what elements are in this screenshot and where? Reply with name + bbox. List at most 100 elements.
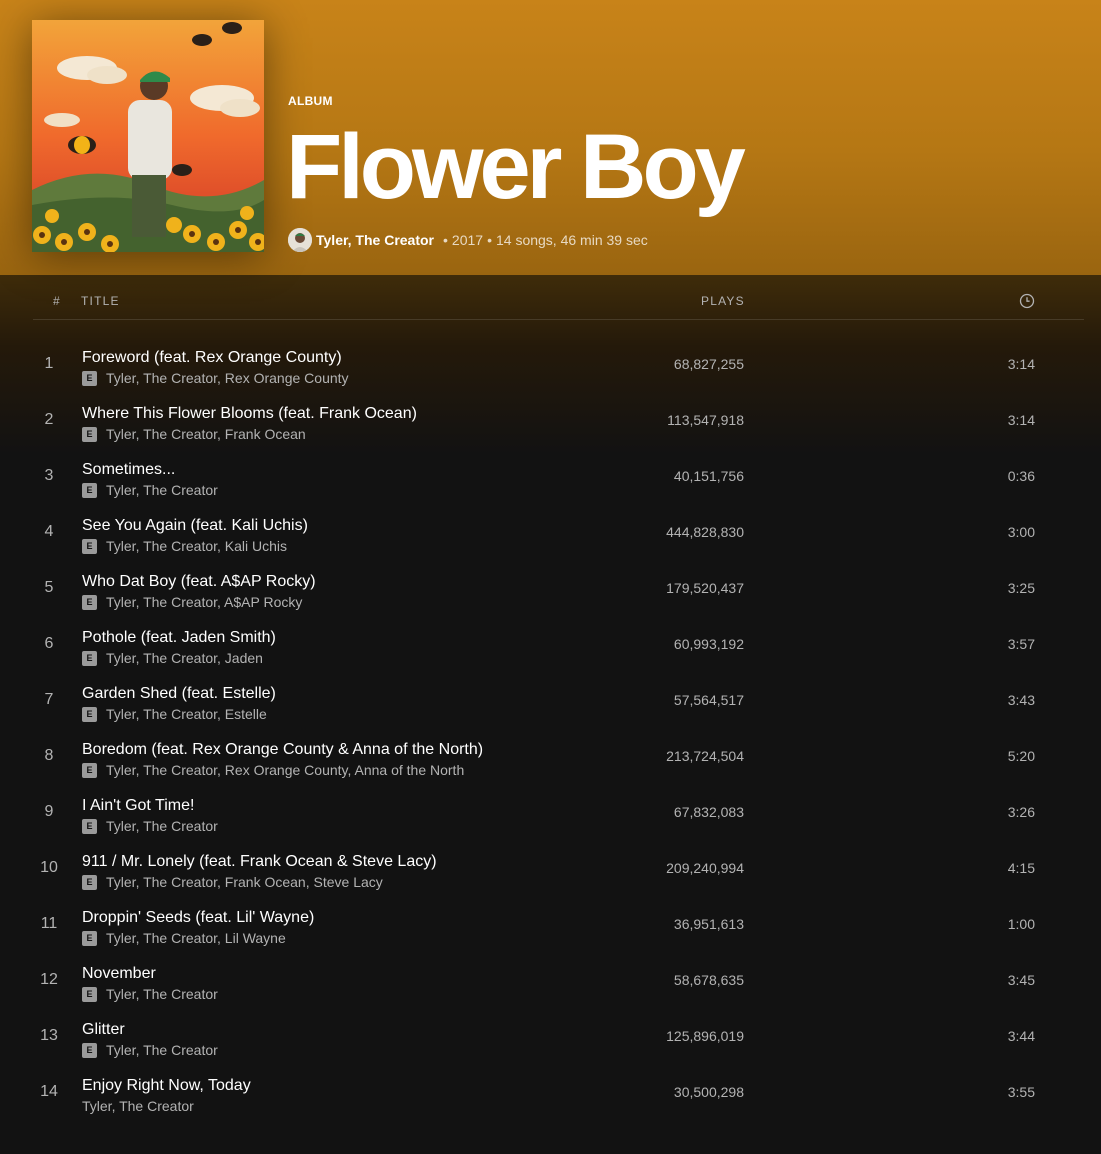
- track-artists-line: E Tyler, The Creator, A$AP Rocky: [82, 594, 302, 610]
- album-meta: Tyler, The Creator • 2017 • 14 songs, 46 mi…: [288, 228, 648, 252]
- track-row[interactable]: 12 November E Tyler, The Creator 58,678,635 3…: [0, 952, 1101, 1008]
- separator-dot: •: [487, 232, 492, 248]
- track-plays: 113,547,918: [667, 412, 744, 428]
- track-row[interactable]: 13 Glitter E Tyler, The Creator 125,896,019 3…: [0, 1008, 1101, 1064]
- track-title[interactable]: Pothole (feat. Jaden Smith): [82, 629, 276, 647]
- track-artists[interactable]: Tyler, The Creator, Rex Orange County, A…: [106, 762, 464, 778]
- track-row[interactable]: 14 Enjoy Right Now, Today Tyler, The Creat…: [0, 1064, 1101, 1120]
- track-plays: 125,896,019: [666, 1028, 744, 1044]
- track-number: 11: [40, 915, 58, 932]
- track-row[interactable]: 3 Sometimes... E Tyler, The Creator 40,151,7…: [0, 448, 1101, 504]
- album-cover[interactable]: [32, 20, 264, 252]
- track-duration: 3:00: [1007, 524, 1035, 540]
- track-duration: 3:14: [1007, 356, 1035, 372]
- explicit-badge: E: [82, 874, 97, 890]
- album-summary: 14 songs, 46 min 39 sec: [495, 232, 648, 248]
- artist-avatar[interactable]: [288, 228, 312, 252]
- track-artists[interactable]: Tyler, The Creator: [106, 818, 218, 834]
- track-artists[interactable]: Tyler, The Creator: [106, 986, 218, 1002]
- track-plays: 67,832,083: [673, 804, 744, 820]
- track-number: 5: [44, 579, 54, 596]
- track-title[interactable]: Glitter: [82, 1021, 125, 1039]
- explicit-badge: E: [82, 482, 97, 498]
- track-number: 4: [44, 523, 54, 540]
- track-duration: 5:20: [1007, 748, 1035, 764]
- track-row[interactable]: 9 I Ain't Got Time! E Tyler, The Creator 67,…: [0, 784, 1101, 840]
- track-title[interactable]: Garden Shed (feat. Estelle): [82, 685, 276, 703]
- column-header-number: #: [53, 294, 61, 308]
- track-title[interactable]: Boredom (feat. Rex Orange County & Anna …: [82, 741, 483, 759]
- track-title[interactable]: 911 / Mr. Lonely (feat. Frank Ocean & St…: [82, 853, 437, 871]
- track-row[interactable]: 6 Pothole (feat. Jaden Smith) E Tyler, The …: [0, 616, 1101, 672]
- track-duration: 3:26: [1007, 804, 1035, 820]
- track-artists[interactable]: Tyler, The Creator, Frank Ocean, Steve L…: [106, 874, 383, 890]
- track-title[interactable]: Droppin' Seeds (feat. Lil' Wayne): [82, 909, 314, 927]
- track-number: 7: [44, 691, 54, 708]
- explicit-badge: E: [82, 650, 97, 666]
- album-year: 2017: [451, 232, 484, 248]
- track-row[interactable]: 4 See You Again (feat. Kali Uchis) E Tyler,…: [0, 504, 1101, 560]
- track-title[interactable]: Where This Flower Blooms (feat. Frank Oc…: [82, 405, 417, 423]
- track-row[interactable]: 8 Boredom (feat. Rex Orange County & Anna…: [0, 728, 1101, 784]
- track-artists[interactable]: Tyler, The Creator: [82, 1098, 194, 1114]
- avatar-image: [288, 228, 312, 252]
- clock-icon[interactable]: [1019, 293, 1035, 309]
- track-row[interactable]: 10 911 / Mr. Lonely (feat. Frank Ocean & …: [0, 840, 1101, 896]
- track-plays: 57,564,517: [673, 692, 744, 708]
- track-title[interactable]: Sometimes...: [82, 461, 175, 479]
- track-row[interactable]: 7 Garden Shed (feat. Estelle) E Tyler, The …: [0, 672, 1101, 728]
- track-duration: 3:57: [1007, 636, 1035, 652]
- track-artists[interactable]: Tyler, The Creator: [106, 482, 218, 498]
- track-row[interactable]: 1 Foreword (feat. Rex Orange County) E Tyle…: [0, 336, 1101, 392]
- track-artists[interactable]: Tyler, The Creator, Frank Ocean: [106, 426, 306, 442]
- track-artists[interactable]: Tyler, The Creator, Estelle: [106, 706, 267, 722]
- track-artists[interactable]: Tyler, The Creator, Kali Uchis: [106, 538, 287, 554]
- track-duration: 3:14: [1007, 412, 1035, 428]
- track-duration: 4:15: [1007, 860, 1035, 876]
- track-title[interactable]: Who Dat Boy (feat. A$AP Rocky): [82, 573, 316, 591]
- track-artists[interactable]: Tyler, The Creator, A$AP Rocky: [106, 594, 302, 610]
- track-title[interactable]: Enjoy Right Now, Today: [82, 1077, 251, 1095]
- explicit-badge: E: [82, 538, 97, 554]
- track-row[interactable]: 2 Where This Flower Blooms (feat. Frank O…: [0, 392, 1101, 448]
- track-artists-line: E Tyler, The Creator: [82, 986, 218, 1002]
- track-title[interactable]: November: [82, 965, 156, 983]
- track-plays: 209,240,994: [666, 860, 744, 876]
- track-duration: 1:00: [1007, 916, 1035, 932]
- track-artists-line: E Tyler, The Creator: [82, 818, 218, 834]
- track-row[interactable]: 5 Who Dat Boy (feat. A$AP Rocky) E Tyler, T…: [0, 560, 1101, 616]
- track-number: 14: [40, 1083, 58, 1100]
- album-meta-details: • 2017 • 14 songs, 46 min 39 sec: [439, 232, 648, 248]
- track-number: 8: [44, 747, 54, 764]
- track-artists-line: E Tyler, The Creator, Frank Ocean, Steve …: [82, 874, 383, 890]
- track-artists-line: E Tyler, The Creator, Estelle: [82, 706, 267, 722]
- track-artists[interactable]: Tyler, The Creator: [106, 1042, 218, 1058]
- track-artists-line: E Tyler, The Creator, Rex Orange County, …: [82, 762, 464, 778]
- explicit-badge: E: [82, 706, 97, 722]
- track-row[interactable]: 11 Droppin' Seeds (feat. Lil' Wayne) E Tyle…: [0, 896, 1101, 952]
- track-plays: 68,827,255: [673, 356, 744, 372]
- column-header-plays[interactable]: PLAYS: [701, 294, 745, 308]
- track-plays: 30,500,298: [673, 1084, 744, 1100]
- track-title[interactable]: Foreword (feat. Rex Orange County): [82, 349, 342, 367]
- track-plays: 179,520,437: [666, 580, 744, 596]
- explicit-badge: E: [82, 594, 97, 610]
- track-number: 6: [44, 635, 54, 652]
- track-number: 1: [44, 355, 54, 372]
- track-title[interactable]: See You Again (feat. Kali Uchis): [82, 517, 308, 535]
- track-artists-line: E Tyler, The Creator: [82, 482, 218, 498]
- track-plays: 40,151,756: [673, 468, 744, 484]
- track-duration: 3:44: [1007, 1028, 1035, 1044]
- track-artists-line: Tyler, The Creator: [82, 1098, 194, 1114]
- artist-link[interactable]: Tyler, The Creator: [316, 232, 434, 248]
- track-number: 12: [40, 971, 58, 988]
- track-artists-line: E Tyler, The Creator, Rex Orange County: [82, 370, 349, 386]
- column-header-title[interactable]: TITLE: [81, 294, 120, 308]
- track-artists[interactable]: Tyler, The Creator, Lil Wayne: [106, 930, 286, 946]
- track-duration: 0:36: [1007, 468, 1035, 484]
- track-number: 3: [44, 467, 54, 484]
- track-artists[interactable]: Tyler, The Creator, Jaden: [106, 650, 263, 666]
- track-artists[interactable]: Tyler, The Creator, Rex Orange County: [106, 370, 349, 386]
- track-artists-line: E Tyler, The Creator, Lil Wayne: [82, 930, 286, 946]
- track-title[interactable]: I Ain't Got Time!: [82, 797, 194, 815]
